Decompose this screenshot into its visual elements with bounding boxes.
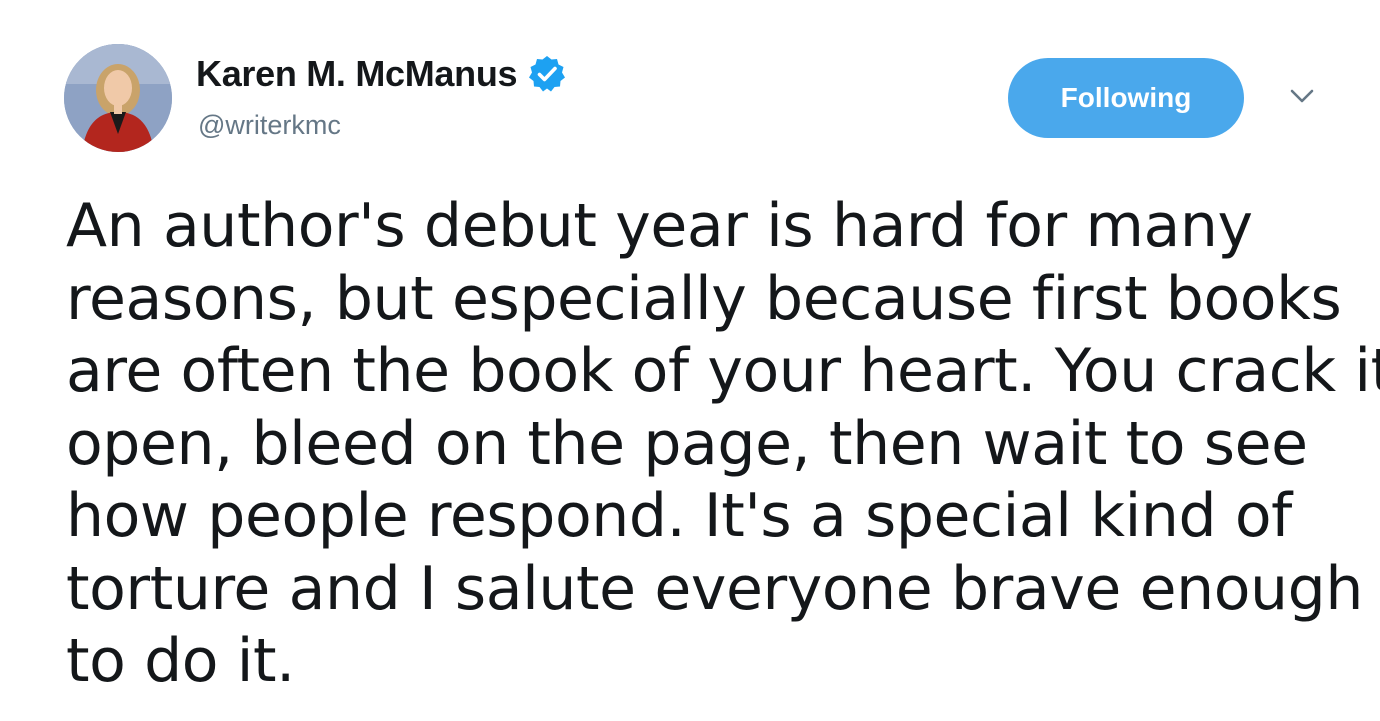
tweet-text-line: An author's debut year is hard for many — [66, 191, 1253, 261]
avatar[interactable] — [64, 44, 172, 152]
following-button[interactable]: Following — [1008, 58, 1244, 138]
chevron-down-icon[interactable] — [1286, 84, 1318, 108]
author-display-name[interactable]: Karen M. McManus — [196, 53, 518, 95]
tweet-text-line: reasons, but especially because first bo… — [66, 263, 1342, 334]
tweet-text-line: are often the book of your heart. You cr… — [66, 336, 1380, 406]
tweet-text-line: torture and I salute everyone brave enou… — [66, 553, 1363, 624]
tweet-text-line: to do it. — [66, 626, 295, 696]
tweet-text-line: how people respond. It's a special kind … — [66, 481, 1292, 551]
author-name-row: Karen M. McManus — [196, 52, 567, 96]
verified-badge-icon — [527, 54, 567, 94]
avatar-image — [64, 44, 172, 152]
tweet-text-line: open, bleed on the page, then wait to se… — [66, 408, 1308, 479]
author-handle[interactable]: @writerkmc — [198, 110, 341, 141]
tweet-text: An author's debut year is hard for many … — [66, 190, 1380, 698]
tweet-card: Karen M. McManus @writerkmc Following An… — [0, 0, 1380, 721]
